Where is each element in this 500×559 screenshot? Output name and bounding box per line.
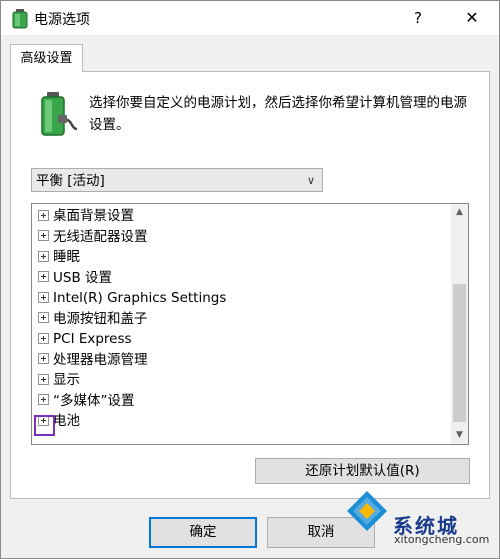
tree-item-display[interactable]: 显示	[38, 370, 80, 390]
expand-icon[interactable]	[34, 414, 55, 436]
help-button[interactable]: ?	[406, 5, 430, 31]
tree-item-label: PCI Express	[53, 331, 132, 347]
expand-icon[interactable]	[38, 312, 49, 323]
restore-defaults-button[interactable]: 还原计划默认值(R)	[255, 458, 470, 484]
tree-item-label: 处理器电源管理	[53, 351, 148, 368]
power-options-dialog: 电源选项 ? ✕ 高级设置 选择你要自定义的电源计划，然后选择你希望计算机管理的…	[0, 0, 500, 559]
windows-logo-icon	[347, 491, 387, 531]
tree-item-label: USB 设置	[53, 269, 113, 286]
scroll-down-icon[interactable]: ▼	[451, 427, 468, 444]
tree-item-wireless-adapter[interactable]: 无线适配器设置	[38, 227, 148, 247]
scroll-thumb[interactable]	[453, 284, 466, 422]
ok-button[interactable]: 确定	[149, 517, 257, 548]
tree-item-desktop-background[interactable]: 桌面背景设置	[38, 206, 134, 226]
tree-item-label: 无线适配器设置	[53, 228, 148, 245]
expand-icon[interactable]	[38, 250, 49, 262]
window-title: 电源选项	[34, 12, 90, 28]
scroll-up-icon[interactable]: ▲	[451, 204, 468, 221]
expand-icon[interactable]	[38, 373, 49, 385]
expand-icon[interactable]	[38, 332, 49, 344]
watermark-url: xitongcheng.com	[394, 533, 490, 546]
expand-icon[interactable]	[38, 353, 49, 364]
tree-item-pci-express[interactable]: PCI Express	[38, 329, 132, 349]
tree-item-usb-settings[interactable]: USB 设置	[38, 268, 112, 288]
expand-icon[interactable]	[38, 230, 49, 241]
battery-icon	[12, 9, 28, 29]
settings-tree[interactable]: 桌面背景设置 无线适配器设置 睡眠 USB 设置 Intel(R) Graphi…	[31, 203, 469, 445]
tree-item-sleep[interactable]: 睡眠	[38, 247, 80, 267]
vertical-scrollbar[interactable]: ▲ ▼	[451, 204, 468, 444]
expand-icon[interactable]	[38, 291, 49, 303]
tree-item-processor-power[interactable]: 处理器电源管理	[38, 350, 148, 370]
expand-icon[interactable]	[38, 271, 49, 282]
tree-item-intel-graphics[interactable]: Intel(R) Graphics Settings	[38, 288, 226, 308]
tree-item-label: 桌面背景设置	[53, 208, 134, 224]
tree-item-label: 显示	[53, 372, 80, 388]
expand-icon[interactable]	[38, 209, 49, 221]
highlight-box	[34, 414, 55, 436]
battery-plug-icon	[41, 92, 78, 136]
description-text: 选择你要自定义的电源计划，然后选择你希望计算机管理的电源设置。	[89, 95, 467, 133]
power-plan-select[interactable]: 平衡 [活动] ∨	[31, 168, 323, 192]
tree-item-multimedia[interactable]: “多媒体”设置	[38, 391, 135, 411]
tree-item-label: 电源按钮和盖子	[53, 310, 148, 327]
tree-item-label: 电池	[53, 413, 80, 429]
tree-item-power-buttons-lid[interactable]: 电源按钮和盖子	[38, 309, 148, 329]
chevron-down-icon: ∨	[306, 174, 315, 187]
close-button[interactable]: ✕	[459, 5, 485, 31]
tree-item-label: 睡眠	[53, 249, 80, 265]
tree-item-battery[interactable]: 电池	[34, 411, 80, 436]
power-plan-selected-value: 平衡 [活动]	[36, 173, 105, 189]
tree-item-label: Intel(R) Graphics Settings	[53, 290, 227, 306]
tab-advanced-settings[interactable]: 高级设置	[10, 44, 83, 72]
expand-icon[interactable]	[38, 394, 49, 405]
tree-item-label: “多媒体”设置	[53, 392, 135, 409]
title-bar: 电源选项 ? ✕	[1, 1, 499, 35]
settings-panel: 选择你要自定义的电源计划，然后选择你希望计算机管理的电源设置。 平衡 [活动] …	[10, 71, 490, 499]
